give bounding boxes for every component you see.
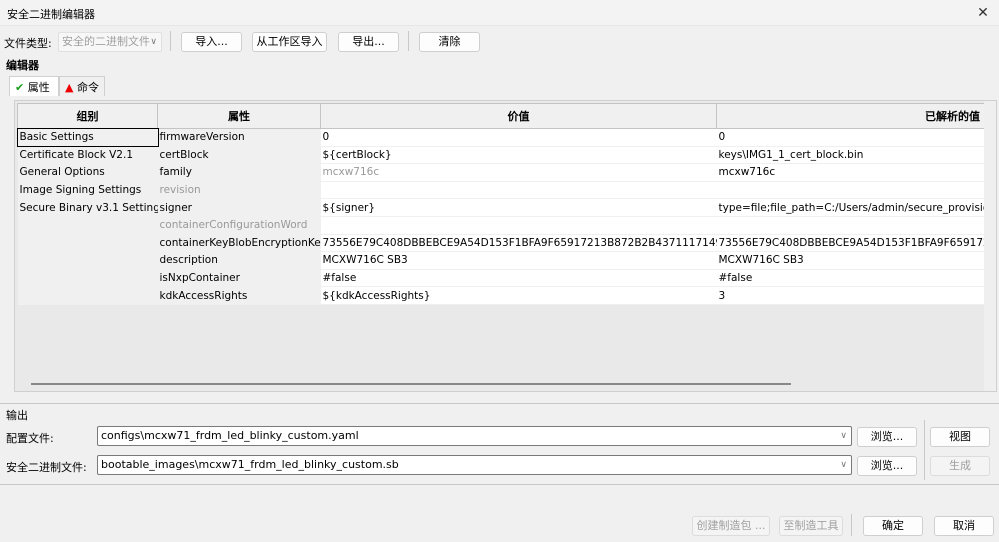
chevron-down-icon: ∨ xyxy=(150,37,157,47)
group-cell[interactable]: Secure Binary v3.1 Settings xyxy=(17,198,158,217)
property-cell[interactable]: certBlock xyxy=(157,146,321,165)
properties-grid: 组别 属性 价值 已解析的值 Basic Settings firmwareVer… xyxy=(14,100,997,392)
group-cell[interactable] xyxy=(17,216,158,235)
property-cell[interactable]: revision xyxy=(157,181,321,200)
table-row[interactable]: Image Signing Settings revision xyxy=(17,181,985,200)
generate-button[interactable]: 生成 xyxy=(930,456,990,476)
secure-binary-input[interactable]: bootable_images\mcxw71_frdm_led_blinky_c… xyxy=(97,455,852,475)
value-cell[interactable]: MCXW716C SB3 xyxy=(320,251,717,270)
resolved-cell[interactable]: mcxw716c xyxy=(716,163,985,182)
resolved-cell[interactable]: type=file;file_path=C:/Users/admin/secur… xyxy=(716,198,985,217)
group-cell[interactable]: Basic Settings xyxy=(16,127,159,148)
table-row[interactable]: General Options family mcxw716c mcxw716c xyxy=(17,163,985,182)
value-cell[interactable]: #false xyxy=(320,269,717,288)
cancel-button[interactable]: 取消 xyxy=(934,516,994,536)
property-cell[interactable]: containerConfigurationWord xyxy=(157,216,321,235)
value-cell[interactable]: 0 xyxy=(320,128,717,147)
properties-table: 组别 属性 价值 已解析的值 Basic Settings firmwareVer… xyxy=(16,103,985,305)
tab-label: 命令 xyxy=(76,81,99,94)
resolved-cell[interactable]: 3 xyxy=(716,286,985,305)
group-cell[interactable] xyxy=(17,286,158,305)
file-type-label: 文件类型: xyxy=(4,37,52,50)
tab-commands[interactable]: ▲ 命令 xyxy=(59,76,105,96)
table-row[interactable]: Basic Settings firmwareVersion 0 0 xyxy=(16,127,985,148)
tab-label: 属性 xyxy=(27,81,50,94)
export-button[interactable]: 导出... xyxy=(338,32,399,52)
property-cell[interactable]: signer xyxy=(157,198,321,217)
value-cell[interactable]: ${kdkAccessRights} xyxy=(320,286,717,305)
output-label: 输出 xyxy=(6,409,28,422)
resolved-cell[interactable] xyxy=(716,181,985,200)
property-cell[interactable]: kdkAccessRights xyxy=(157,286,321,305)
group-cell[interactable]: Certificate Block V2.1 xyxy=(17,146,158,165)
column-header-group[interactable]: 组别 xyxy=(17,103,158,129)
resolved-cell[interactable]: MCXW716C SB3 xyxy=(716,251,985,270)
value-cell[interactable]: ${certBlock} xyxy=(320,146,717,165)
create-package-button[interactable]: 创建制造包 ... xyxy=(692,516,770,536)
horizontal-scrollbar[interactable] xyxy=(31,383,791,385)
window-title: 安全二进制编辑器 xyxy=(7,8,95,21)
resolved-cell[interactable]: #false xyxy=(716,269,985,288)
value-cell[interactable]: mcxw716c xyxy=(320,163,717,182)
column-header-property[interactable]: 属性 xyxy=(157,103,321,129)
column-header-resolved[interactable]: 已解析的值 xyxy=(716,103,985,129)
group-cell[interactable] xyxy=(17,269,158,288)
ok-button[interactable]: 确定 xyxy=(863,516,923,536)
resolved-cell[interactable]: 73556E79C408DBBEBCE9A54D153F1BFA9F659172… xyxy=(716,234,985,253)
vertical-scrollbar[interactable] xyxy=(984,101,996,391)
table-row[interactable]: Secure Binary v3.1 Settings signer ${signe… xyxy=(17,198,985,217)
table-row[interactable]: Certificate Block V2.1 certBlock ${certBlo… xyxy=(17,146,985,165)
secure-binary-label: 安全二进制文件: xyxy=(6,461,87,474)
value-cell[interactable]: 73556E79C408DBBEBCE9A54D153F1BFA9F659172… xyxy=(320,234,717,253)
value-cell[interactable] xyxy=(320,216,717,235)
group-cell[interactable]: Image Signing Settings xyxy=(17,181,158,200)
browse-config-button[interactable]: 浏览... xyxy=(857,427,917,447)
property-cell[interactable]: containerKeyBlobEncryptionKey xyxy=(157,234,321,253)
import-button[interactable]: 导入... xyxy=(181,32,242,52)
resolved-cell[interactable]: keys\IMG1_1_cert_block.bin xyxy=(716,146,985,165)
resolved-cell[interactable] xyxy=(716,216,985,235)
property-cell[interactable]: isNxpContainer xyxy=(157,269,321,288)
tab-properties[interactable]: ✔ 属性 xyxy=(9,76,59,96)
config-file-label: 配置文件: xyxy=(6,432,54,445)
file-type-value: 安全的二进制文件 xyxy=(62,35,150,48)
table-row[interactable]: isNxpContainer #false #false xyxy=(17,269,985,288)
close-icon[interactable]: ✕ xyxy=(973,3,993,23)
clear-button[interactable]: 清除 xyxy=(419,32,480,52)
group-cell[interactable] xyxy=(17,251,158,270)
chevron-down-icon[interactable]: ∨ xyxy=(840,456,847,474)
column-header-value[interactable]: 价值 xyxy=(320,103,717,129)
group-cell[interactable]: General Options xyxy=(17,163,158,182)
group-cell[interactable] xyxy=(17,234,158,253)
view-button[interactable]: 视图 xyxy=(930,427,990,447)
table-row[interactable]: containerConfigurationWord xyxy=(17,216,985,235)
value-cell[interactable] xyxy=(320,181,717,200)
property-cell[interactable]: family xyxy=(157,163,321,182)
warning-icon: ▲ xyxy=(65,81,74,94)
config-file-input[interactable]: configs\mcxw71_frdm_led_blinky_custom.ya… xyxy=(97,426,852,446)
secure-binary-value: bootable_images\mcxw71_frdm_led_blinky_c… xyxy=(101,458,399,471)
resolved-cell[interactable]: 0 xyxy=(716,128,985,147)
chevron-down-icon[interactable]: ∨ xyxy=(840,427,847,445)
property-cell[interactable]: description xyxy=(157,251,321,270)
editor-label: 编辑器 xyxy=(6,59,39,72)
to-manufacturing-button[interactable]: 至制造工具 xyxy=(779,516,843,536)
check-icon: ✔ xyxy=(15,81,25,94)
property-cell[interactable]: firmwareVersion xyxy=(157,128,321,147)
table-row[interactable]: kdkAccessRights ${kdkAccessRights} 3 xyxy=(17,286,985,305)
import-workspace-button[interactable]: 从工作区导入 xyxy=(252,32,327,52)
config-file-value: configs\mcxw71_frdm_led_blinky_custom.ya… xyxy=(101,429,359,442)
table-row[interactable]: containerKeyBlobEncryptionKey 73556E79C40… xyxy=(17,234,985,253)
file-type-select[interactable]: 安全的二进制文件 ∨ xyxy=(58,32,162,52)
table-row[interactable]: description MCXW716C SB3 MCXW716C SB3 xyxy=(17,251,985,270)
value-cell[interactable]: ${signer} xyxy=(320,198,717,217)
browse-sb-button[interactable]: 浏览... xyxy=(857,456,917,476)
title-bar: 安全二进制编辑器 ✕ xyxy=(0,0,999,26)
